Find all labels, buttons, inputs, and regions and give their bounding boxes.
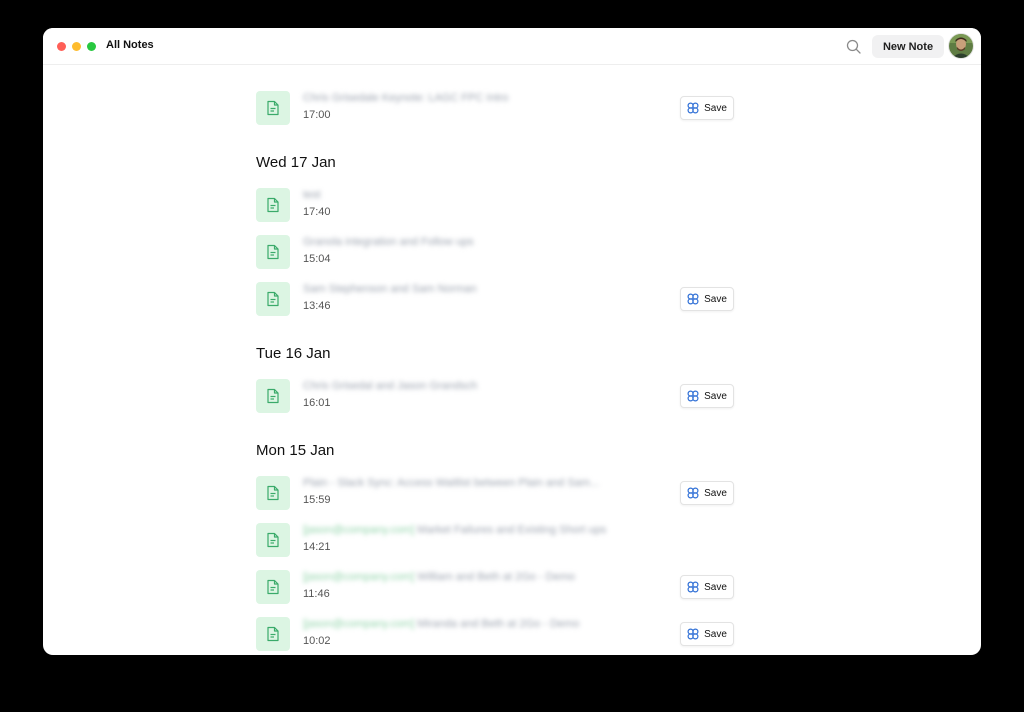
note-title: [jason@company.com] Miranda and Beth at … — [303, 618, 579, 630]
save-label: Save — [704, 581, 727, 593]
note-time: 16:01 — [303, 397, 331, 409]
avatar[interactable] — [949, 34, 973, 58]
note-time: 14:21 — [303, 541, 331, 553]
note-title-text: Sam Stephenson and Sam Norman — [303, 283, 477, 295]
close-window-button[interactable] — [57, 42, 66, 51]
note-title: Plain - Slack Sync: Access Waitlist betw… — [303, 477, 599, 489]
note-title-text: Chris Grisedale Keynote: LAGC FPC Intro — [303, 92, 509, 104]
quad-circle-logo-icon — [687, 102, 699, 114]
document-icon — [256, 235, 290, 269]
save-button[interactable]: Save — [680, 622, 734, 646]
new-note-button[interactable]: New Note — [872, 35, 944, 58]
save-label: Save — [704, 487, 727, 499]
save-button[interactable]: Save — [680, 287, 734, 311]
note-title: Sam Stephenson and Sam Norman — [303, 283, 477, 295]
note-row[interactable]: Chris Grisedal and Jason Grandsch 16:01 Sa… — [256, 379, 734, 415]
document-icon — [256, 523, 290, 557]
note-time: 11:46 — [303, 588, 330, 600]
date-heading: Tue 16 Jan — [256, 345, 331, 362]
quad-circle-logo-icon — [687, 628, 699, 640]
note-row[interactable]: Sam Stephenson and Sam Norman 13:46 Save — [256, 282, 734, 318]
note-row[interactable]: Chris Grisedale Keynote: LAGC FPC Intro 1… — [256, 91, 734, 127]
note-title-text: Market Failures and Existing Short ups — [414, 524, 607, 536]
quad-circle-logo-icon — [687, 293, 699, 305]
note-title: Granola integration and Follow ups — [303, 236, 474, 248]
note-time: 13:46 — [303, 300, 331, 312]
note-title: [jason@company.com] William and Beth at … — [303, 571, 575, 583]
note-title-text: Chris Grisedal and Jason Grandsch — [303, 380, 478, 392]
note-title-text: test — [303, 189, 321, 201]
note-title: [jason@company.com] Market Failures and … — [303, 524, 606, 536]
save-label: Save — [704, 628, 727, 640]
save-button[interactable]: Save — [680, 384, 734, 408]
note-attendee-email: [jason@company.com] — [303, 524, 415, 536]
quad-circle-logo-icon — [687, 487, 699, 499]
note-row[interactable]: [jason@company.com] Miranda and Beth at … — [256, 617, 734, 653]
note-time: 10:02 — [303, 635, 331, 647]
save-button[interactable]: Save — [680, 481, 734, 505]
window-title: All Notes — [106, 39, 154, 51]
note-attendee-email: [jason@company.com] — [303, 571, 415, 583]
note-title: Chris Grisedal and Jason Grandsch — [303, 380, 477, 392]
note-row[interactable]: test 17:40 — [256, 188, 734, 224]
quad-circle-logo-icon — [687, 581, 699, 593]
date-heading: Mon 15 Jan — [256, 442, 335, 459]
search-icon[interactable] — [845, 38, 863, 56]
save-button[interactable]: Save — [680, 575, 734, 599]
app-window: All Notes New Note Chris Grisedale Keyno… — [43, 28, 981, 655]
note-time: 15:04 — [303, 253, 331, 265]
zoom-window-button[interactable] — [87, 42, 96, 51]
save-button[interactable]: Save — [680, 96, 734, 120]
document-icon — [256, 91, 290, 125]
document-icon — [256, 188, 290, 222]
save-label: Save — [704, 293, 727, 305]
note-time: 17:00 — [303, 109, 331, 121]
notes-list: Chris Grisedale Keynote: LAGC FPC Intro 1… — [43, 65, 981, 655]
quad-circle-logo-icon — [687, 390, 699, 402]
minimize-window-button[interactable] — [72, 42, 81, 51]
note-title: test — [303, 189, 321, 201]
note-title: Chris Grisedale Keynote: LAGC FPC Intro — [303, 92, 508, 104]
title-bar: All Notes New Note — [43, 28, 981, 65]
note-time: 17:40 — [303, 206, 331, 218]
note-row[interactable]: [jason@company.com] Market Failures and … — [256, 523, 734, 559]
note-title-text: Plain - Slack Sync: Access Waitlist betw… — [303, 477, 600, 489]
note-row[interactable]: Granola integration and Follow ups 15:04 — [256, 235, 734, 271]
note-row[interactable]: [jason@company.com] William and Beth at … — [256, 570, 734, 606]
save-label: Save — [704, 102, 727, 114]
note-title-text: William and Beth at 2Go - Demo — [414, 571, 576, 583]
document-icon — [256, 282, 290, 316]
document-icon — [256, 379, 290, 413]
save-label: Save — [704, 390, 727, 402]
note-title-text: Granola integration and Follow ups — [303, 236, 474, 248]
note-title-text: Miranda and Beth at 2Go - Demo — [414, 618, 580, 630]
document-icon — [256, 476, 290, 510]
note-row[interactable]: Plain - Slack Sync: Access Waitlist betw… — [256, 476, 734, 512]
note-attendee-email: [jason@company.com] — [303, 618, 415, 630]
date-heading: Wed 17 Jan — [256, 154, 336, 171]
note-time: 15:59 — [303, 494, 331, 506]
document-icon — [256, 617, 290, 651]
document-icon — [256, 570, 290, 604]
